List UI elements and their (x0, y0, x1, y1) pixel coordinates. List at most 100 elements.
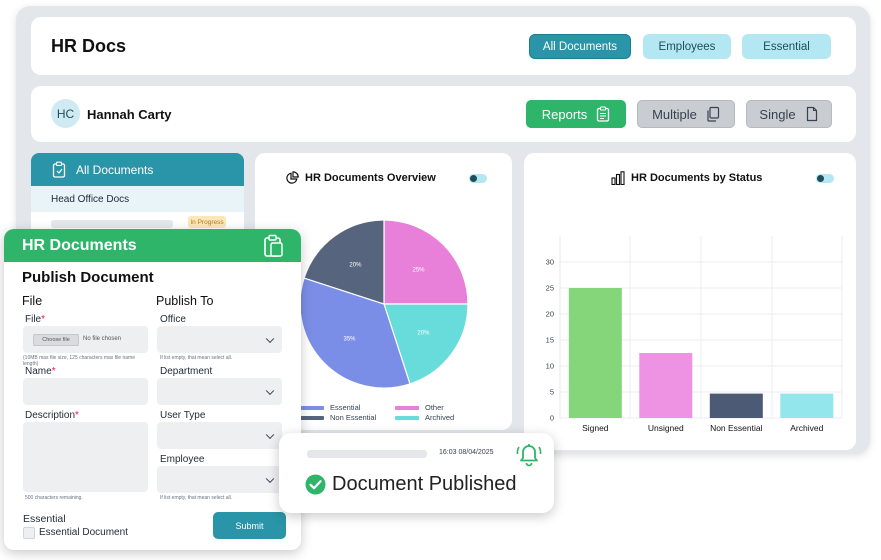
clipboard-icon (52, 161, 66, 178)
publish-heading: Publish To (156, 294, 214, 308)
single-button[interactable]: Single (746, 100, 832, 128)
form-header-title: HR Documents (22, 237, 137, 254)
essential-label: Essential (23, 513, 66, 525)
essential-checkbox[interactable] (23, 527, 35, 539)
choose-file-button[interactable]: Choose file (33, 334, 79, 346)
filter-employees[interactable]: Employees (643, 34, 731, 59)
name-input[interactable] (23, 378, 148, 405)
pie-data-label: 35% (343, 337, 356, 343)
legend-label: Essential (330, 403, 361, 412)
file-label: File* (25, 314, 46, 325)
copy-icon (707, 106, 719, 122)
file-heading: File (22, 294, 43, 308)
file-icon (806, 106, 817, 122)
y-tick-label: 30 (546, 258, 554, 267)
bell-icon (516, 444, 542, 467)
file-label-text: File (25, 314, 42, 325)
legend-label: Archived (425, 413, 455, 422)
toast-time: 16:03 08/04/2025 (439, 449, 494, 456)
submit-button[interactable]: Submit (213, 512, 286, 539)
form-subtitle: Publish Document (22, 269, 154, 286)
header-bar: HR Docs All Documents Employees Essentia… (31, 17, 856, 75)
status-card: HR Documents by Status 0 5 10 15 20 25 30 Signe… (524, 153, 856, 450)
bar-archived[interactable] (780, 393, 834, 418)
department-select[interactable] (157, 378, 282, 405)
placeholder-text (51, 220, 173, 228)
description-hint: 500 characters remaining. (25, 495, 83, 501)
check-circle-icon (305, 474, 326, 495)
x-tick-label: Unsigned (648, 423, 684, 433)
description-label: Description* (25, 410, 79, 421)
legend-label: Other (425, 403, 444, 412)
name-label-text: Name (25, 366, 52, 377)
essential-checkbox-label: Essential Document (39, 527, 128, 538)
chevron-down-icon (265, 474, 275, 483)
y-tick-label: 5 (550, 388, 554, 397)
documents-panel-header[interactable]: All Documents (31, 153, 244, 186)
employee-select[interactable] (157, 466, 282, 493)
bar-non-essential[interactable] (709, 393, 763, 418)
y-tick-label: 10 (546, 362, 554, 371)
filter-essential[interactable]: Essential (742, 34, 831, 59)
status-badge: In Progress (188, 216, 226, 228)
toast-message: Document Published (332, 473, 517, 495)
bar-unsigned[interactable] (639, 353, 693, 418)
pie-data-label: 25% (412, 268, 425, 274)
legend-swatch (395, 405, 419, 410)
no-file-text: No file chosen (83, 336, 122, 342)
legend-item-essential[interactable]: Essential (300, 403, 360, 412)
user-name: Hannah Carty (87, 107, 172, 122)
x-tick-label: Non Essential (710, 423, 763, 433)
folder-item[interactable]: Head Office Docs (31, 186, 244, 212)
legend-swatch (395, 415, 419, 420)
notification-toast: 16:03 08/04/2025 Document Published (279, 433, 554, 513)
employee-label: Employee (160, 454, 205, 465)
clipboard-icon (264, 234, 283, 257)
multiple-button[interactable]: Multiple (637, 100, 735, 128)
clipboard-icon (597, 106, 610, 122)
filter-all-documents[interactable]: All Documents (529, 34, 631, 59)
form-header: HR Documents (4, 229, 301, 262)
page-title: HR Docs (51, 36, 127, 56)
legend-item-non-essential[interactable]: Non Essential (300, 413, 376, 422)
legend-item-archived[interactable]: Archived (395, 413, 454, 422)
description-textarea[interactable] (23, 422, 148, 492)
y-tick-label: 0 (550, 414, 554, 423)
chevron-down-icon (265, 430, 275, 439)
y-tick-label: 20 (546, 310, 554, 319)
file-input[interactable]: Choose file No file chosen (23, 326, 148, 353)
bar-signed[interactable] (568, 288, 622, 418)
pie-slice-other[interactable] (383, 219, 469, 305)
legend-swatch (300, 405, 324, 410)
publish-form: HR Documents Publish Document File Publi… (4, 229, 301, 550)
user-type-label: User Type (160, 410, 206, 421)
legend-swatch (300, 415, 324, 420)
y-tick-label: 15 (546, 336, 554, 345)
reports-button[interactable]: Reports (526, 100, 626, 128)
chevron-down-icon (265, 334, 275, 343)
legend-item-other[interactable]: Other (395, 403, 444, 412)
x-tick-label: Archived (790, 423, 823, 433)
office-label: Office (160, 314, 186, 325)
status-bar-chart: 0 5 10 15 20 25 30 Signed Unsigned Non Essential A… (546, 236, 843, 433)
office-select[interactable] (157, 326, 282, 353)
user-bar: HC Hannah Carty Reports Multiple Single (31, 86, 856, 142)
avatar: HC (51, 99, 80, 128)
pie-data-label: 20% (349, 263, 362, 269)
user-type-select[interactable] (157, 422, 282, 449)
name-label: Name* (25, 366, 56, 377)
reports-label: Reports (541, 106, 588, 122)
single-label: Single (759, 106, 796, 122)
pie-data-label: 20% (417, 331, 430, 337)
y-tick-label: 25 (546, 284, 554, 293)
placeholder-text (307, 450, 427, 458)
employee-hint: If list empty, that mean select all. (160, 495, 233, 501)
legend-label: Non Essential (330, 413, 377, 422)
chevron-down-icon (265, 386, 275, 395)
description-label-text: Description (25, 410, 76, 421)
multiple-label: Multiple (652, 106, 697, 122)
documents-panel-title: All Documents (76, 162, 154, 177)
office-hint: If list empty, that mean select all. (160, 355, 233, 361)
department-label: Department (160, 366, 213, 377)
x-tick-label: Signed (582, 423, 609, 433)
